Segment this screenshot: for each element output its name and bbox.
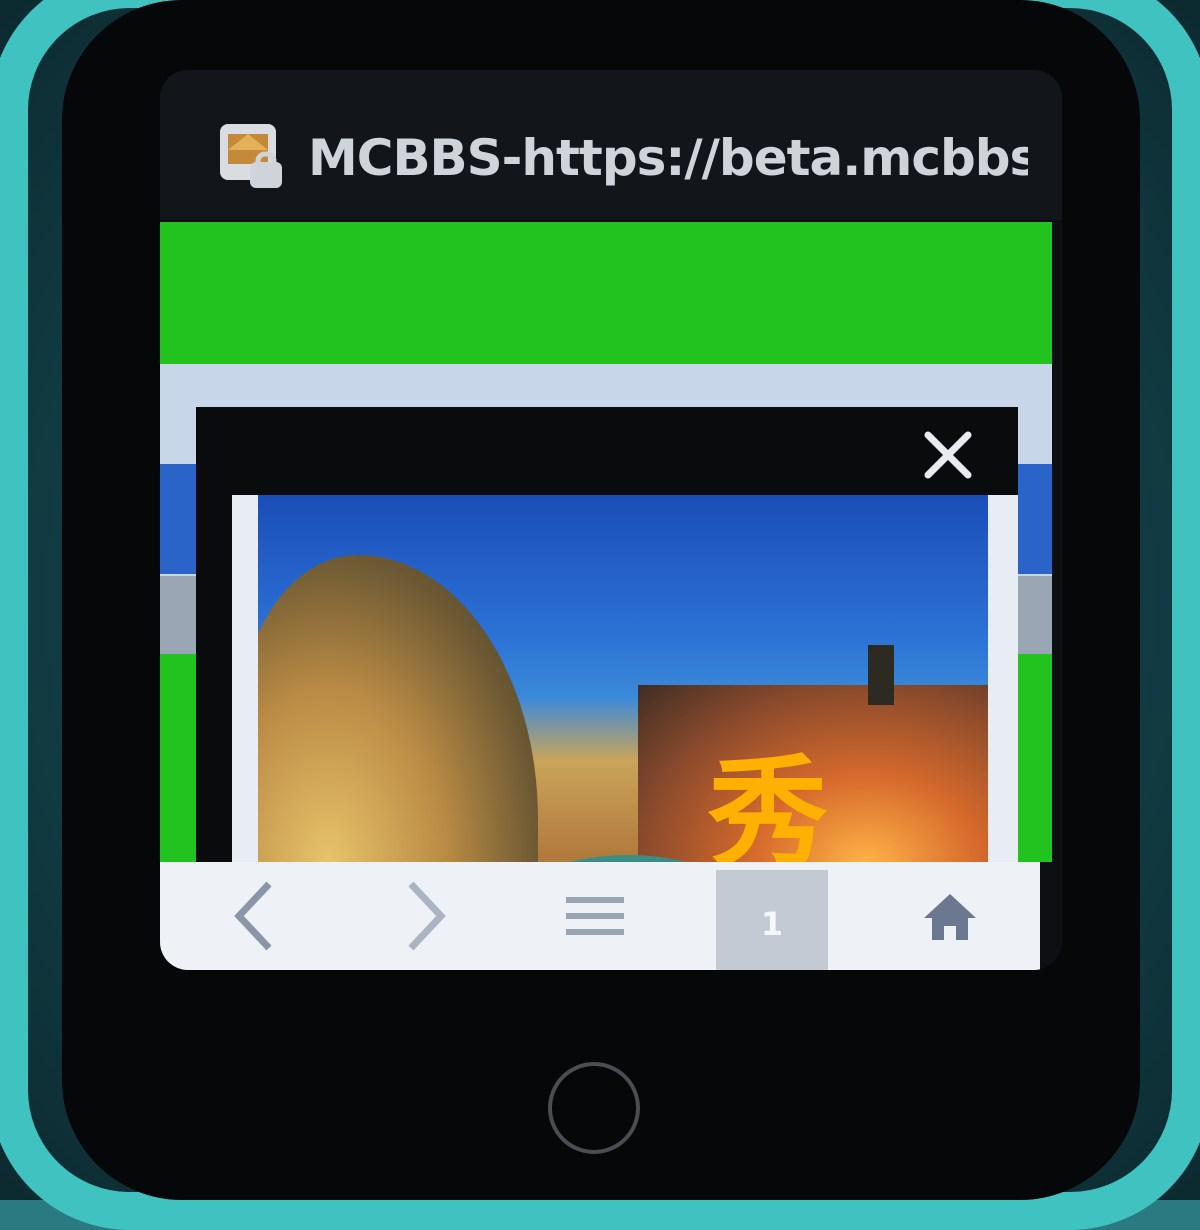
home-icon — [924, 894, 976, 940]
watch-home-button[interactable] — [548, 1062, 640, 1154]
chevron-left-icon — [234, 881, 272, 951]
menu-button[interactable] — [540, 862, 650, 970]
back-button[interactable] — [200, 862, 310, 970]
site-favicon-icon — [220, 124, 282, 188]
close-icon[interactable] — [918, 425, 978, 485]
tab-count: 1 — [760, 905, 784, 943]
watch-screen: MCBBS-https://beta.mcbbs.net 秀 — [160, 70, 1062, 970]
browser-nav-bar: 1 — [160, 862, 1040, 970]
ad-image-tower — [868, 645, 894, 705]
web-page-content[interactable]: 秀 — [160, 222, 1052, 970]
forward-button[interactable] — [370, 862, 480, 970]
page-title: MCBBS-https://beta.mcbbs.net — [308, 129, 1028, 187]
menu-icon — [566, 897, 624, 935]
ad-char-xiu: 秀 — [708, 745, 828, 884]
home-button[interactable] — [890, 862, 1010, 970]
browser-title-bar: MCBBS-https://beta.mcbbs.net — [160, 70, 1062, 220]
chevron-right-icon — [408, 881, 446, 951]
tabs-button[interactable]: 1 — [716, 870, 828, 970]
